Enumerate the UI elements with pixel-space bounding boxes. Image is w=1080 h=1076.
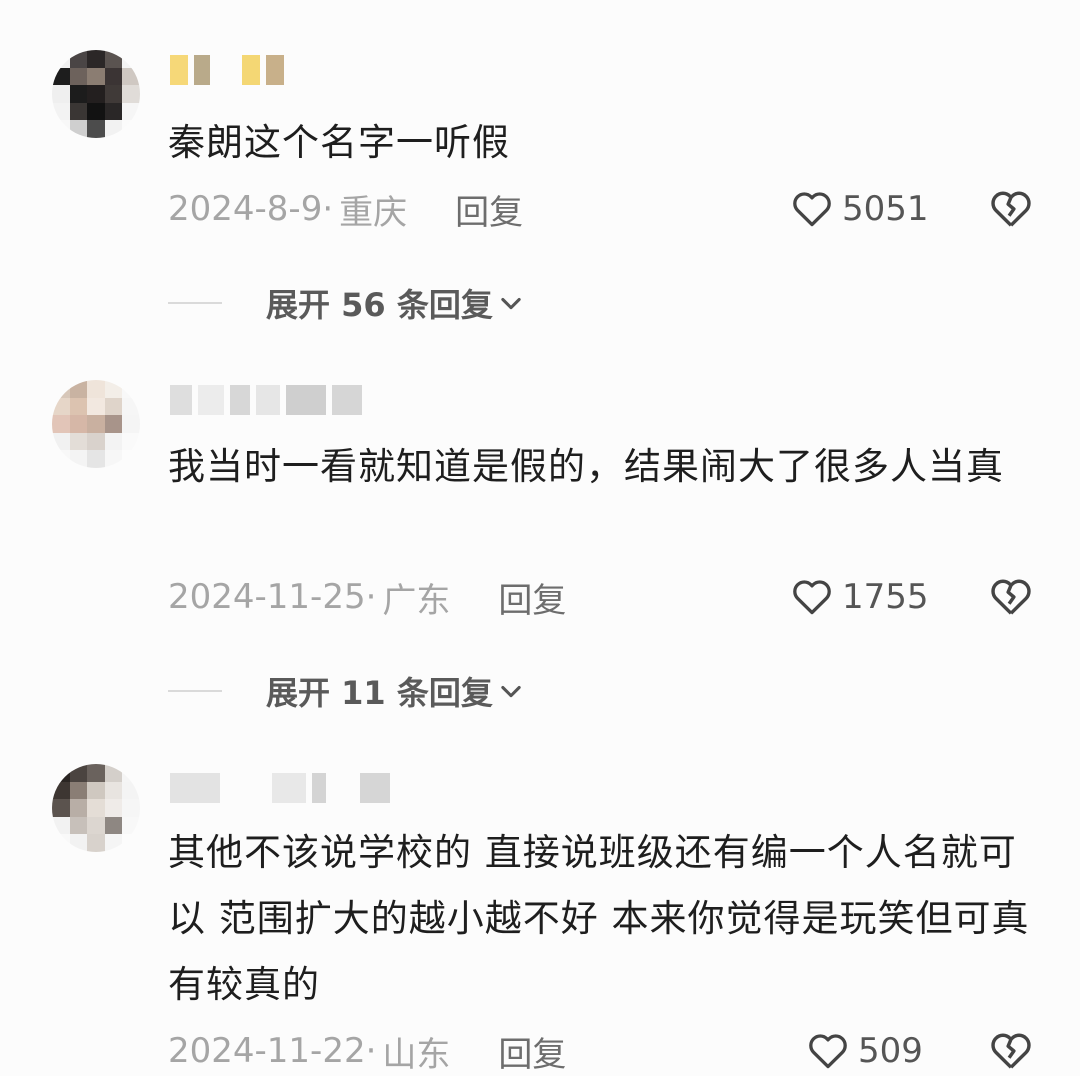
chevron-down-icon (501, 685, 521, 698)
expand-replies-label: 展开 56 条回复 (266, 286, 493, 324)
like-button[interactable]: 5051 (790, 184, 929, 234)
divider-line (168, 690, 222, 692)
expand-replies-button[interactable]: 展开 11 条回复 (168, 666, 525, 716)
divider-line (168, 302, 222, 304)
heart-outline-icon (809, 1034, 847, 1069)
like-count: 1755 (842, 577, 929, 617)
avatar[interactable] (52, 50, 140, 138)
broken-heart-icon[interactable] (988, 1028, 1034, 1074)
chevron-down-icon (501, 297, 521, 310)
comment-meta: 2024-11-25· 广东 回复 (168, 572, 566, 622)
reply-button[interactable]: 回复 (498, 1027, 566, 1076)
heart-outline-icon (793, 580, 831, 615)
expand-replies-label: 展开 11 条回复 (266, 674, 493, 712)
like-button[interactable]: 1755 (790, 572, 929, 622)
comment-date: 2024-8-9· (168, 189, 334, 229)
like-count: 509 (858, 1031, 923, 1071)
avatar[interactable] (52, 380, 140, 468)
reply-button[interactable]: 回复 (498, 573, 566, 622)
broken-heart-icon[interactable] (988, 574, 1034, 620)
comment-location: 山东 (382, 1034, 451, 1075)
comment-text: 我当时一看就知道是假的，结果闹大了很多人当真 (168, 445, 1004, 488)
comment-location: 广东 (382, 580, 451, 621)
comment-text: 其他不该说学校的 直接说班级还有编一个人名就可以 范围扩大的越小越不好 本来你觉… (168, 831, 1030, 1006)
reply-button[interactable]: 回复 (455, 185, 523, 234)
comment-location: 重庆 (339, 192, 408, 233)
broken-heart-icon[interactable] (988, 186, 1034, 232)
username-blurred[interactable] (170, 52, 284, 88)
expand-replies-button[interactable]: 展开 56 条回复 (168, 278, 525, 328)
comment-meta: 2024-8-9· 重庆 回复 (168, 184, 523, 234)
like-button[interactable]: 509 (806, 1026, 923, 1076)
comment-date: 2024-11-25· (168, 577, 377, 617)
username-blurred[interactable] (170, 770, 390, 806)
heart-outline-icon (793, 192, 831, 227)
like-count: 5051 (842, 189, 929, 229)
avatar[interactable] (52, 764, 140, 852)
comment-text: 秦朗这个名字一听假 (168, 121, 510, 164)
username-blurred[interactable] (170, 382, 362, 418)
comment-date: 2024-11-22· (168, 1031, 377, 1071)
comment-meta: 2024-11-22· 山东 回复 (168, 1026, 566, 1076)
